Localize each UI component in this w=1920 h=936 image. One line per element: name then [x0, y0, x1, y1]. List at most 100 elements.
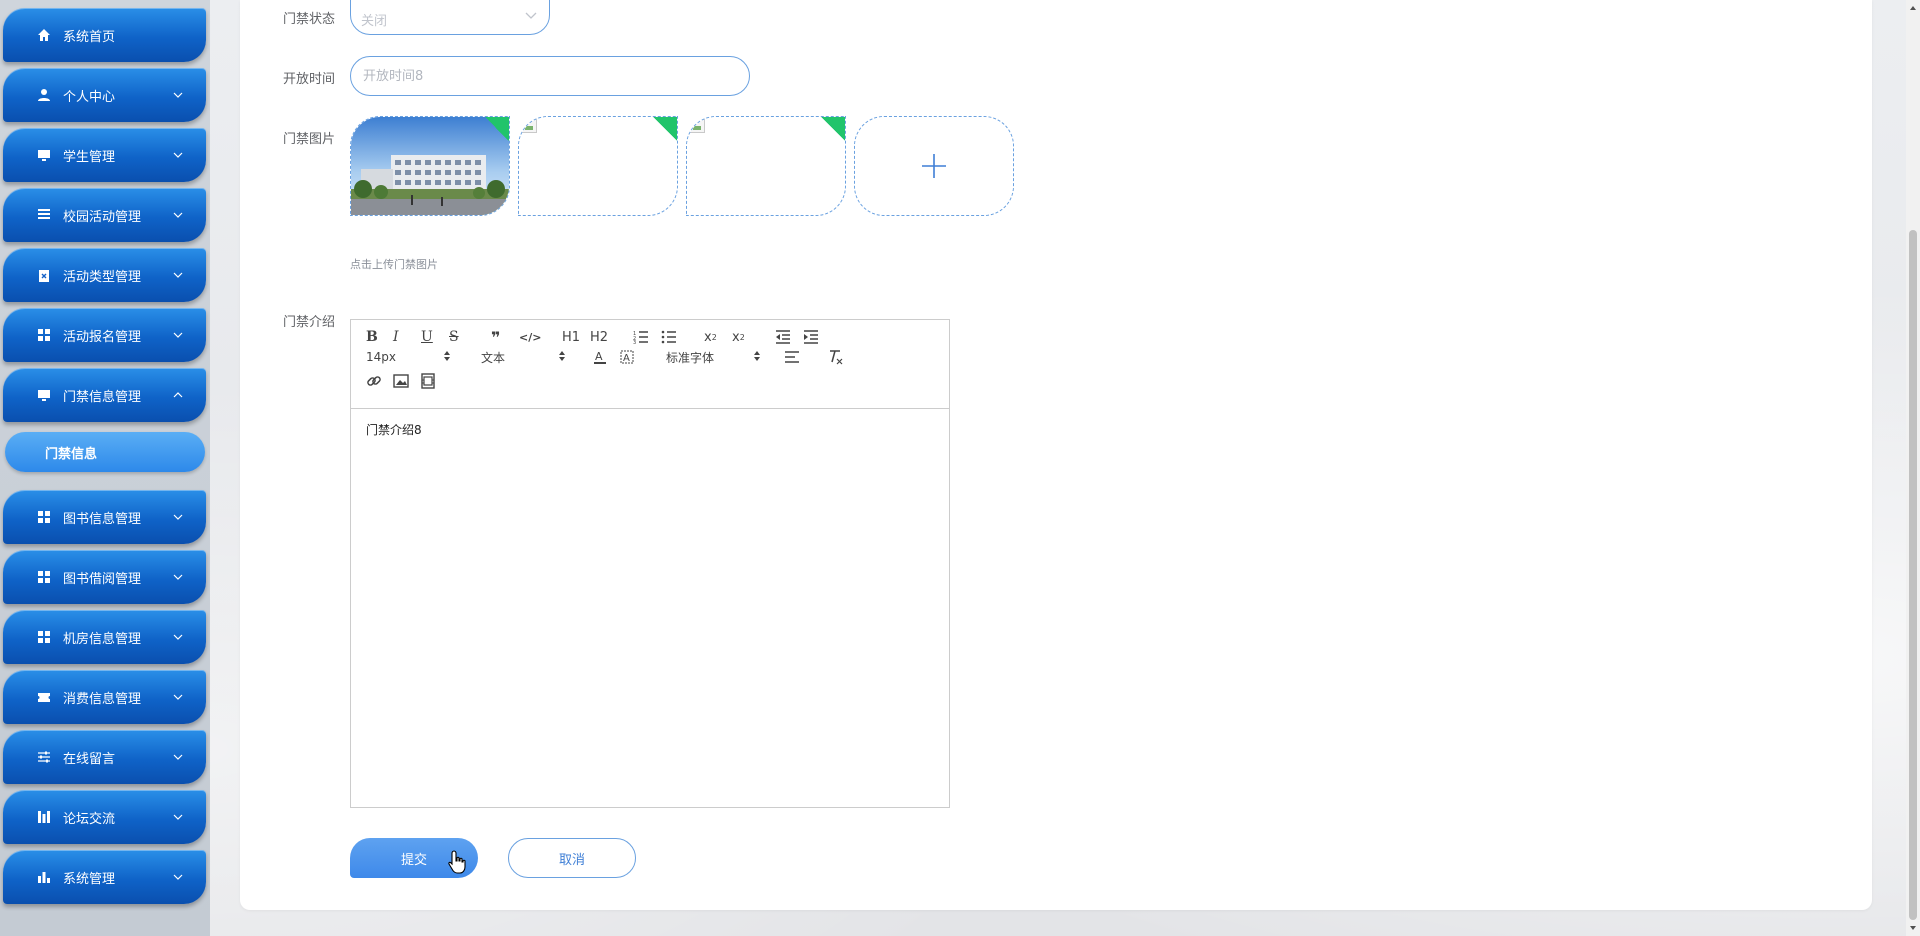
- submenu-item-access-info[interactable]: 门禁信息: [5, 432, 205, 472]
- editor-toolbar: B I U S ❞ </> H1 H2 123 x2 x2 14px 文本 A …: [351, 320, 949, 409]
- uploaded-image-3[interactable]: [686, 116, 846, 216]
- chevron-down-icon: [172, 751, 184, 763]
- sidebar-item-label: 消费信息管理: [63, 691, 142, 707]
- sidebar-item-10[interactable]: 消费信息管理: [3, 670, 206, 724]
- italic-icon[interactable]: I: [393, 328, 399, 346]
- chevron-down-icon: [172, 89, 184, 101]
- chevron-down-icon: [172, 149, 184, 161]
- background-color-icon[interactable]: A: [619, 348, 635, 366]
- chevron-down-icon: [172, 269, 184, 281]
- video-icon[interactable]: [421, 372, 435, 390]
- sidebar-item-1[interactable]: 个人中心: [3, 68, 206, 122]
- sidebar-item-11[interactable]: 在线留言: [3, 730, 206, 784]
- blockquote-icon[interactable]: ❞: [491, 328, 500, 347]
- chevron-down-icon: [172, 871, 184, 883]
- uploaded-image-1[interactable]: [350, 116, 510, 216]
- svg-text:3: 3: [633, 340, 636, 344]
- status-select[interactable]: 关闭: [350, 0, 550, 35]
- align-icon[interactable]: [784, 348, 800, 366]
- font-family-value: 标准字体: [666, 350, 715, 365]
- strikethrough-icon[interactable]: S: [449, 328, 459, 346]
- chevron-down-icon: [172, 209, 184, 221]
- updown-icon: [753, 350, 761, 365]
- scroll-down-icon[interactable]: [1909, 924, 1917, 932]
- status-label: 门禁状态: [283, 12, 336, 27]
- chevron-down-icon: [172, 811, 184, 823]
- sidebar-item-7[interactable]: 图书信息管理: [3, 490, 206, 544]
- broken-image-icon: [689, 119, 705, 133]
- sidebar-item-label: 图书信息管理: [63, 511, 142, 527]
- bars-icon: [37, 810, 51, 824]
- grid-icon: [37, 630, 51, 644]
- ticket-icon: [37, 690, 51, 704]
- open-time-input[interactable]: [350, 56, 750, 96]
- sidebar-item-13[interactable]: 系统管理: [3, 850, 206, 904]
- monitor-icon: [37, 148, 51, 162]
- editor-paragraph: 门禁介绍8: [366, 423, 422, 437]
- upload-hint: 点击上传门禁图片: [350, 258, 438, 271]
- sidebar-item-label: 系统管理: [63, 871, 116, 887]
- chevron-down-icon: [172, 511, 184, 523]
- font-size-select[interactable]: 14px: [366, 348, 451, 366]
- sidebar-item-9[interactable]: 机房信息管理: [3, 610, 206, 664]
- updown-icon: [443, 350, 451, 365]
- cancel-button[interactable]: 取消: [508, 838, 636, 878]
- editor-content[interactable]: 门禁介绍8: [351, 409, 949, 807]
- sidebar-item-0[interactable]: 系统首页: [3, 8, 206, 62]
- indent-icon[interactable]: [803, 328, 819, 346]
- sidebar-item-8[interactable]: 图书借阅管理: [3, 550, 206, 604]
- font-family-select[interactable]: 标准字体: [666, 348, 761, 366]
- sidebar-item-label: 校园活动管理: [63, 209, 142, 225]
- chevron-down-icon: [172, 691, 184, 703]
- monitor-icon: [37, 388, 51, 402]
- intro-label: 门禁介绍: [283, 315, 336, 330]
- picture-label: 门禁图片: [283, 132, 336, 147]
- font-color-icon[interactable]: A: [592, 348, 608, 366]
- sidebar-item-2[interactable]: 学生管理: [3, 128, 206, 182]
- header-2-icon[interactable]: H2: [590, 328, 608, 346]
- uploaded-image-2[interactable]: [518, 116, 678, 216]
- sidebar-item-label: 在线留言: [63, 751, 116, 767]
- image-icon[interactable]: [393, 372, 409, 390]
- subscript-icon[interactable]: x2: [704, 328, 717, 346]
- link-icon[interactable]: [366, 372, 382, 390]
- superscript-icon[interactable]: x2: [732, 328, 745, 346]
- page-scrollbar[interactable]: [1906, 0, 1920, 936]
- header-select[interactable]: 文本: [481, 348, 566, 366]
- open-time-label: 开放时间: [283, 72, 336, 87]
- bullet-list-icon[interactable]: [661, 328, 677, 346]
- updown-icon: [558, 350, 566, 365]
- sidebar-item-4[interactable]: 活动类型管理: [3, 248, 206, 302]
- upload-success-corner: [820, 117, 845, 142]
- chevron-down-icon: [172, 571, 184, 583]
- underline-icon[interactable]: U: [421, 328, 433, 346]
- ordered-list-icon[interactable]: 123: [633, 328, 649, 346]
- grid-icon: [37, 510, 51, 524]
- outdent-icon[interactable]: [775, 328, 791, 346]
- sidebar-item-label: 论坛交流: [63, 811, 116, 827]
- scroll-up-icon[interactable]: [1909, 4, 1917, 12]
- font-size-value: 14px: [366, 350, 396, 364]
- sidebar-item-label: 活动类型管理: [63, 269, 142, 285]
- code-block-icon[interactable]: </>: [519, 328, 541, 346]
- sidebar-item-12[interactable]: 论坛交流: [3, 790, 206, 844]
- sidebar-item-3[interactable]: 校园活动管理: [3, 188, 206, 242]
- upload-success-corner: [652, 117, 677, 142]
- sidebar-item-label: 个人中心: [63, 89, 116, 105]
- list-icon: [37, 208, 51, 222]
- grid-icon: [37, 328, 51, 342]
- sidebar-item-label: 门禁信息管理: [63, 389, 142, 405]
- sidebar-item-6[interactable]: 门禁信息管理: [3, 368, 206, 422]
- upload-image-button[interactable]: [854, 116, 1014, 216]
- sidebar-item-5[interactable]: 活动报名管理: [3, 308, 206, 362]
- scrollbar-thumb[interactable]: [1909, 230, 1917, 920]
- sidebar: 系统首页个人中心学生管理校园活动管理 活动类型管理活动报名管理门禁信息管理 图书信息…: [0, 0, 210, 936]
- status-select-value: 关闭: [361, 14, 388, 29]
- clipboard-x-icon: [37, 268, 51, 282]
- bold-icon[interactable]: B: [366, 328, 378, 346]
- clear-format-icon[interactable]: [827, 348, 843, 366]
- sidebar-item-label: 学生管理: [63, 149, 116, 165]
- plus-icon: [922, 154, 946, 178]
- header-1-icon[interactable]: H1: [562, 328, 580, 346]
- hand-pointer-icon: [448, 850, 466, 874]
